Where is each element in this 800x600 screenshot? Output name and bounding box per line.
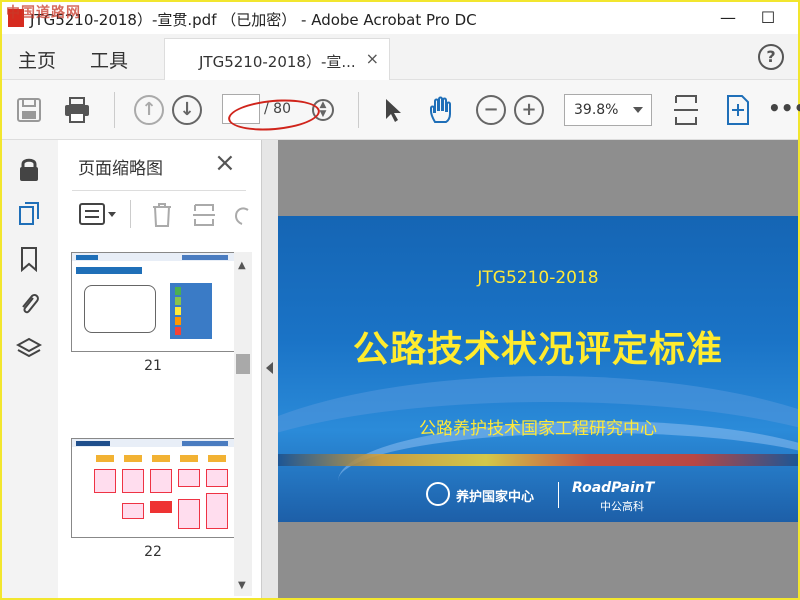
extract-icon[interactable]	[192, 202, 216, 228]
document-viewport[interactable]: JTG5210-2018 公路技术状况评定标准 公路养护技术国家工程研究中心 养…	[278, 140, 798, 598]
zoom-out-icon[interactable]: −	[476, 95, 506, 125]
rotate-icon[interactable]	[232, 202, 252, 228]
thumbnail-number: 22	[144, 544, 162, 560]
bookmark-icon[interactable]	[16, 246, 42, 272]
slide-headline: 公路技术状况评定标准	[352, 329, 723, 370]
tab-label: JTG5210-2018）-宣...	[199, 53, 356, 71]
zoom-select[interactable]: 39.8%	[564, 94, 652, 126]
page-up-icon[interactable]: ↑	[134, 95, 164, 125]
slide-standard-code: JTG5210-2018	[477, 268, 599, 288]
toolbar: ↑ ↓ / 80 ▲▼ − + 39.8% •••	[2, 80, 800, 140]
save-icon[interactable]	[14, 95, 44, 125]
page-down-icon[interactable]: ↓	[172, 95, 202, 125]
layers-icon[interactable]	[16, 336, 42, 362]
panel-title: 页面缩略图	[78, 159, 163, 179]
roadpaint-logo: RoadPainT	[572, 480, 655, 496]
scroll-down-icon[interactable]: ▼	[238, 580, 246, 591]
menu-bar: 主页 工具 JTG5210-2018）-宣... × ?	[2, 34, 798, 80]
chevron-down-icon	[633, 107, 643, 113]
fullscreen-icon[interactable]	[722, 93, 754, 127]
thumbnail-page-22[interactable]	[71, 438, 235, 538]
minimize-button[interactable]: —	[708, 6, 748, 30]
menu-home[interactable]: 主页	[18, 46, 56, 73]
select-cursor-icon[interactable]	[378, 95, 408, 125]
tab-close-icon[interactable]: ×	[366, 49, 379, 68]
panel-divider	[72, 190, 246, 191]
help-icon[interactable]: ?	[758, 44, 784, 70]
menu-tools[interactable]: 工具	[90, 46, 128, 73]
chevron-left-icon	[266, 362, 273, 374]
center-logo-text: 养护国家中心	[456, 490, 535, 505]
left-rail	[2, 140, 58, 598]
thumbnail-page-21[interactable]	[71, 252, 235, 352]
thumbnail-panel: 页面缩略图 × 21 22 ▲ ▼	[58, 140, 262, 598]
slide-organization: 公路养护技术国家工程研究中心	[419, 419, 657, 439]
attachment-icon[interactable]	[16, 290, 42, 316]
watermark: 中国道路网	[6, 5, 81, 21]
pages-icon[interactable]	[16, 200, 42, 226]
roadpaint-logo-sub: 中公高科	[600, 500, 644, 513]
lock-icon[interactable]	[16, 156, 42, 182]
panel-close-icon[interactable]: ×	[214, 148, 236, 178]
zoom-in-icon[interactable]: +	[514, 95, 544, 125]
slide-color-band	[278, 454, 798, 466]
zoom-value: 39.8%	[574, 102, 619, 118]
more-icon[interactable]: •••	[768, 95, 800, 125]
print-icon[interactable]	[62, 95, 92, 125]
document-tab[interactable]: JTG5210-2018）-宣... ×	[164, 38, 390, 80]
slide-page: JTG5210-2018 公路技术状况评定标准 公路养护技术国家工程研究中心 养…	[278, 216, 798, 522]
panel-collapse-button[interactable]	[262, 140, 278, 598]
hand-tool-icon[interactable]	[426, 95, 456, 125]
center-logo-icon	[426, 482, 450, 506]
logo-divider	[558, 482, 559, 508]
scroll-up-icon[interactable]: ▲	[238, 260, 246, 271]
thumbnail-options-icon[interactable]	[78, 202, 118, 226]
maximize-button[interactable]: ☐	[748, 6, 788, 30]
fit-page-icon[interactable]	[670, 93, 702, 127]
thumbnail-scrollbar[interactable]: ▲ ▼	[234, 252, 252, 596]
thumbnail-number: 21	[144, 358, 162, 374]
title-bar: JTG5210-2018）-宣贯.pdf （已加密） - Adobe Acrob…	[2, 2, 798, 34]
delete-page-icon[interactable]	[150, 202, 174, 228]
scroll-thumb[interactable]	[236, 354, 250, 374]
window-title: JTG5210-2018）-宣贯.pdf （已加密） - Adobe Acrob…	[30, 11, 477, 29]
